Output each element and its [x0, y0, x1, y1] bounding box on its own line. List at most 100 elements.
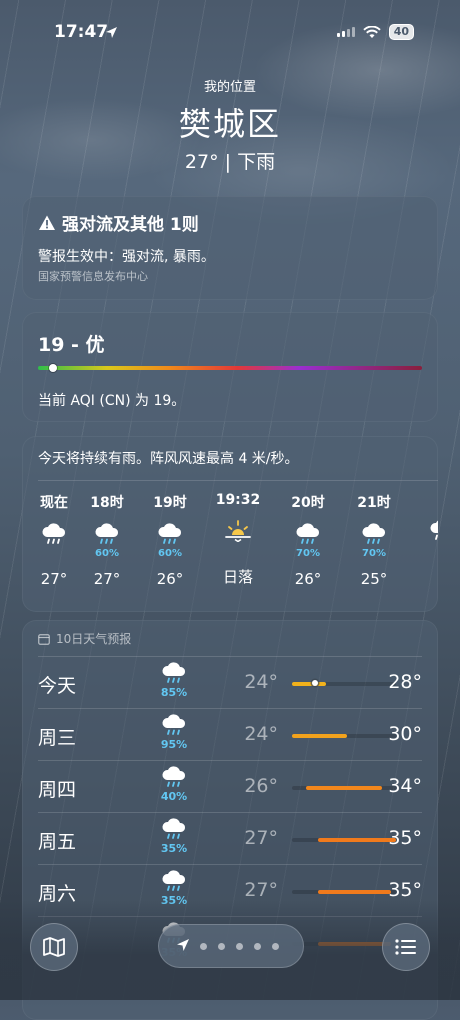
high-temp: 28° [388, 671, 422, 693]
hourly-item: 20时 70% 26° [276, 492, 340, 588]
alert-title-text: 强对流及其他 1则 [62, 215, 199, 235]
hourly-item: 19:32 日落 [206, 492, 270, 587]
hourly-item: 18时 60% 27° [75, 492, 139, 588]
ten-day-header: 10日天气预报 [38, 630, 131, 647]
precip-chance: 70% [362, 548, 386, 559]
day-name: 周四 [38, 779, 77, 801]
hour-temp: 26° [294, 570, 322, 588]
alert-body: 警报生效中：强对流, 暴雨。 [38, 249, 215, 265]
low-temp: 26° [244, 775, 278, 797]
severe-weather-alert-card[interactable]: 强对流及其他 1则 警报生效中：强对流, 暴雨。 国家预警信息发布中心 [22, 196, 438, 300]
aqi-value: 19 - 优 [38, 334, 105, 356]
temp-range-fill [318, 838, 396, 842]
status-bar: 17:47 40 [0, 22, 460, 46]
hourly-scroll-list[interactable]: 现在 27° 18时 60% 27° 19时 60% 26° 19:32 日落 20时 70% 26° 2… [22, 492, 438, 602]
hour-temp: 2 [410, 566, 438, 584]
warning-icon [39, 215, 55, 230]
low-temp: 24° [244, 671, 278, 693]
city-name: 樊城区 [178, 105, 281, 143]
daily-row[interactable]: 周四 40% 26° 34° [38, 760, 422, 813]
hour-label: 21时 [357, 495, 391, 511]
page-dot[interactable] [272, 943, 279, 950]
hour-label: 19时 [153, 495, 187, 511]
list-icon [395, 939, 416, 955]
hour-temp: 25° [360, 570, 388, 588]
rain-icon: 40% [156, 765, 192, 803]
low-temp: 27° [244, 827, 278, 849]
temp-range-track [292, 942, 396, 946]
day-name: 周三 [38, 727, 77, 749]
hourly-item: 21时 70% 25° [342, 492, 406, 588]
high-temp: 30° [388, 723, 422, 745]
rain-icon: 35% [156, 817, 192, 855]
daily-row[interactable]: 今天 85% 24° 28° [38, 656, 422, 709]
hourly-item: 22 [410, 492, 438, 584]
current-temp-condition: 27° | 下雨 [184, 151, 276, 173]
wifi-icon [362, 25, 381, 38]
air-quality-card[interactable]: 19 - 优 当前 AQI (CN) 为 19。 [22, 312, 438, 422]
rain-icon: 70% [276, 522, 340, 559]
precip-chance: 35% [160, 842, 188, 855]
hour-label: 19:32 [215, 492, 261, 508]
temp-range-track [292, 838, 396, 842]
map-button[interactable] [30, 923, 78, 971]
page-dot[interactable] [200, 943, 207, 950]
temp-range-fill [318, 890, 391, 894]
location-arrow-icon [106, 27, 117, 38]
sunset-icon [206, 518, 270, 552]
hour-temp: 27° [93, 570, 121, 588]
rain-icon: 85% [156, 661, 192, 699]
temp-range-fill [292, 734, 348, 738]
daily-row[interactable]: 周三 95% 24° 30° [38, 708, 422, 761]
hourly-item: 19时 60% 26° [138, 492, 202, 588]
precip-chance: 85% [160, 686, 188, 699]
hour-temp: 日落 [222, 568, 253, 586]
calendar-icon [38, 633, 50, 645]
map-icon [43, 937, 65, 957]
daily-row[interactable]: 周六 35% 27° 35° [38, 864, 422, 917]
low-temp: 24° [244, 723, 278, 745]
temp-range-track [292, 890, 396, 894]
aqi-level-marker [49, 364, 58, 372]
current-temp-dot [311, 680, 318, 686]
hour-label: 18时 [90, 495, 124, 511]
aqi-scale-bar [38, 364, 422, 372]
battery-indicator: 40 [388, 24, 414, 40]
page-dot[interactable] [254, 943, 261, 950]
precip-chance: 35% [160, 894, 188, 907]
daily-row[interactable]: 周五 35% 27° 35° [38, 812, 422, 865]
hourly-forecast-card[interactable]: 今天将持续有雨。阵风风速最高 4 米/秒。 现在 27° 18时 60% 27° 19时 6… [22, 436, 438, 612]
temp-range-track [292, 680, 396, 686]
precip-chance: 60% [95, 548, 119, 559]
precip-chance: 70% [296, 548, 320, 559]
temp-range-fill [305, 786, 383, 790]
location-list-button[interactable] [382, 923, 430, 971]
status-time: 17:47 [54, 22, 109, 42]
precip-chance: 40% [160, 790, 188, 803]
page-dot[interactable] [218, 943, 225, 950]
current-location-arrow-icon [177, 939, 189, 951]
page-dot[interactable] [236, 943, 243, 950]
location-page-indicator[interactable] [158, 924, 304, 968]
aqi-description: 当前 AQI (CN) 为 19。 [38, 393, 186, 409]
cellular-icon [336, 27, 355, 37]
alert-source: 国家预警信息发布中心 [38, 270, 148, 283]
precip-chance: 60% [158, 548, 182, 559]
rain-icon: 60% [138, 522, 202, 559]
hour-temp: 26° [156, 570, 184, 588]
status-icons: 40 [336, 24, 414, 40]
location-header: 我的位置 樊城区 27° | 下雨 [0, 76, 460, 174]
rain-icon: 95% [156, 713, 192, 751]
day-name: 周六 [38, 883, 77, 905]
temp-range-track [292, 786, 396, 790]
hourly-summary: 今天将持续有雨。阵风风速最高 4 米/秒。 [38, 451, 299, 467]
rain-icon: 60% [75, 522, 139, 559]
low-temp: 27° [244, 879, 278, 901]
divider [38, 480, 438, 481]
precip-chance: 95% [160, 738, 188, 751]
rain-icon: 35% [156, 869, 192, 907]
temp-range-track [292, 734, 396, 738]
rain-icon: 70% [342, 522, 406, 559]
hour-label: 2 [410, 492, 438, 508]
day-name: 今天 [38, 675, 77, 697]
